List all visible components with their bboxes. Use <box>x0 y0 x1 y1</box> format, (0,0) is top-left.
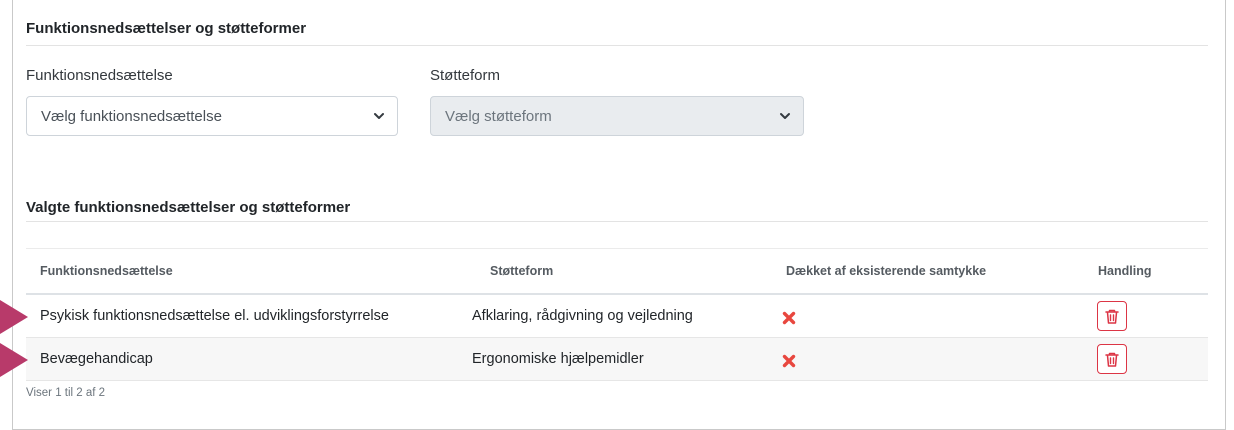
selected-title: Valgte funktionsnedsættelser og støttefo… <box>26 199 351 216</box>
support-label: Støtteform <box>430 67 501 84</box>
disability-select-value: Vælg funktionsnedsættelse <box>41 107 222 125</box>
chevron-down-icon <box>374 113 384 119</box>
table-row: Bevægehandicap Ergonomiske hjælpemidler <box>26 338 1208 381</box>
column-header-disability[interactable]: Funktionsnedsættelse <box>40 264 173 278</box>
table-info: Viser 1 til 2 af 2 <box>26 387 106 399</box>
trash-icon <box>1105 352 1119 367</box>
column-header-covered[interactable]: Dækket af eksisterende samtykke <box>786 264 986 278</box>
table-header: Funktionsnedsættelse Støtteform Dækket a… <box>26 249 1208 295</box>
row-disability: Psykisk funktionsnedsættelse el. udvikli… <box>40 308 389 324</box>
selected-table: Funktionsnedsættelse Støtteform Dækket a… <box>26 248 1208 381</box>
delete-button[interactable] <box>1097 301 1127 331</box>
red-x-icon <box>782 311 796 325</box>
support-select-value: Vælg støtteform <box>445 107 552 125</box>
table-row: Psykisk funktionsnedsættelse el. udvikli… <box>26 295 1208 338</box>
selected-divider <box>26 221 1208 222</box>
column-header-action: Handling <box>1098 264 1152 278</box>
section-title: Funktionsnedsættelser og støtteformer <box>26 20 307 37</box>
annotation-arrow-icon <box>0 300 28 334</box>
section-divider <box>26 45 1208 46</box>
column-header-support[interactable]: Støtteform <box>490 264 553 278</box>
disability-label: Funktionsnedsættelse <box>26 67 173 84</box>
disability-select[interactable]: Vælg funktionsnedsættelse <box>26 96 398 136</box>
chevron-down-icon <box>780 113 790 119</box>
support-select[interactable]: Vælg støtteform <box>430 96 804 136</box>
delete-button[interactable] <box>1097 344 1127 374</box>
red-x-icon <box>782 354 796 368</box>
annotation-arrow-icon <box>0 343 28 377</box>
row-support: Ergonomiske hjælpemidler <box>472 351 644 367</box>
trash-icon <box>1105 309 1119 324</box>
row-support: Afklaring, rådgivning og vejledning <box>472 308 693 324</box>
row-disability: Bevægehandicap <box>40 351 153 367</box>
